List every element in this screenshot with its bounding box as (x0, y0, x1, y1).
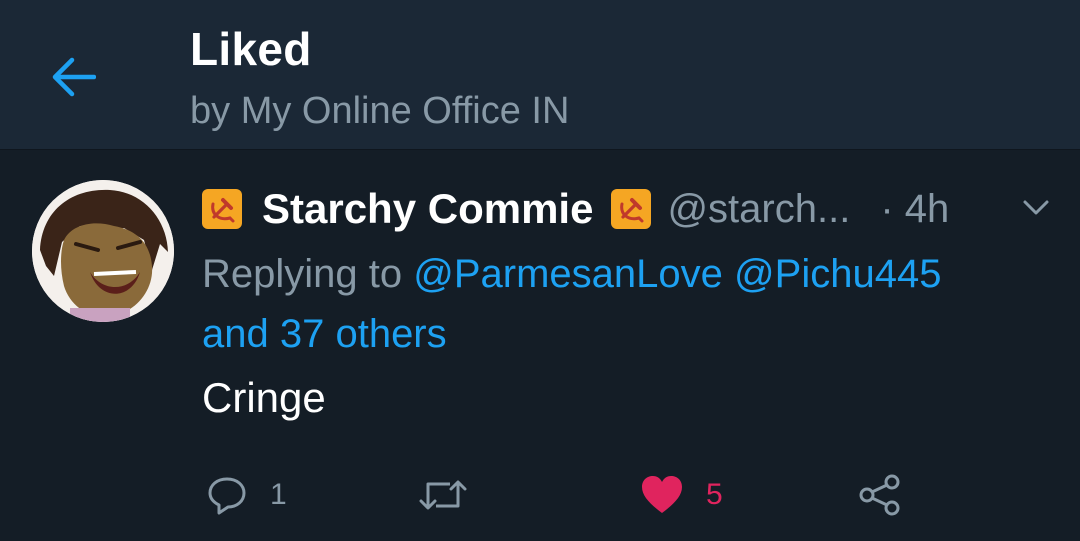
page-title: Liked (190, 23, 312, 75)
share-button[interactable] (858, 470, 902, 520)
back-button[interactable] (44, 48, 102, 106)
top-bar: Liked by My Online Office IN (0, 0, 1080, 150)
share-icon (859, 474, 900, 516)
avatar[interactable] (32, 180, 174, 322)
mention-link[interactable]: @ParmesanLove (413, 252, 723, 296)
display-name[interactable]: Starchy Commie (262, 185, 593, 233)
like-button[interactable]: 5 (640, 470, 723, 520)
replying-to-label: Replying to (202, 252, 403, 296)
tweet-menu-button[interactable] (1016, 192, 1056, 224)
hammer-and-sickle-icon (611, 189, 652, 229)
others-link[interactable]: and 37 others (202, 312, 447, 356)
page-subtitle: by My Online Office IN (190, 90, 570, 132)
retweet-button[interactable] (418, 470, 490, 520)
retweet-icon (419, 480, 467, 510)
tweet-text: Cringe (202, 374, 326, 421)
tweet[interactable]: Starchy Commie @starch... · 4h Replying … (0, 150, 1080, 541)
reply-icon (208, 477, 246, 515)
user-handle[interactable]: @starch... (667, 187, 850, 232)
heart-icon (642, 476, 682, 513)
arrow-left-icon (52, 57, 96, 97)
replying-to: Replying to @ParmesanLove @Pichu445 and … (202, 244, 1052, 364)
reply-button[interactable]: 1 (206, 470, 287, 520)
reply-count: 1 (270, 478, 287, 511)
like-count: 5 (706, 478, 723, 511)
mention-link[interactable]: @Pichu445 (734, 252, 941, 296)
chevron-down-icon (1023, 200, 1049, 215)
hammer-and-sickle-icon (202, 189, 242, 229)
tweet-header: Starchy Commie @starch... · 4h (202, 180, 949, 238)
tweet-timestamp[interactable]: · 4h (880, 187, 949, 232)
avatar-image (32, 180, 174, 322)
tweet-actions: 1 5 (0, 470, 1080, 520)
